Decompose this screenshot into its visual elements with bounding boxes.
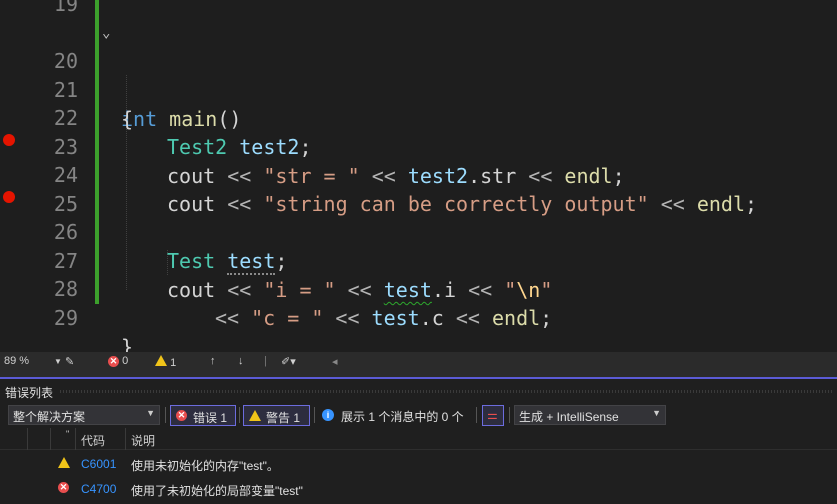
brush-icon[interactable]: ✎ [65, 355, 74, 368]
column-divider[interactable] [125, 428, 126, 450]
warnings-filter-button[interactable]: 警告 1 [243, 405, 310, 426]
line-number: 29 [53, 306, 78, 330]
code-line[interactable]: 20 ⌄ int main() [0, 18, 837, 131]
code-line[interactable]: 27 cout << "i = " << test.i << "\n" [0, 218, 837, 302]
panel-divider[interactable] [0, 373, 837, 379]
code-line[interactable]: 29 } [0, 275, 837, 352]
separator: | [264, 355, 267, 367]
scroll-left-icon[interactable]: ◂ [332, 355, 338, 368]
column-divider[interactable] [27, 428, 28, 450]
code-text: << "c = " << test.c << endl; [215, 306, 553, 330]
error-code-link[interactable]: C6001 [81, 457, 116, 471]
fold-chevron-icon[interactable]: ⌄ [102, 19, 110, 48]
chevron-down-icon: ▼ [146, 408, 155, 418]
error-description: 使用了未初始化的局部变量"test" [131, 484, 303, 498]
separator [239, 407, 240, 423]
code-line[interactable]: 21 { [0, 47, 837, 131]
editor-status-bar: 89 % ▼ ✎ ✕ 0 1 ↑ ↓ | ✐▾ ◂ [0, 352, 837, 373]
warning-icon [249, 410, 261, 421]
error-list-title-bar: 错误列表 [0, 381, 837, 401]
chevron-down-icon: ▼ [652, 408, 661, 418]
code-line[interactable]: 26 Test test; [0, 189, 837, 275]
filter-icon: ⚌ [487, 408, 498, 422]
warning-count[interactable]: 1 [155, 355, 176, 369]
column-code[interactable]: 代码 [81, 432, 105, 449]
filter-toggle-button[interactable]: ⚌ [482, 405, 504, 426]
column-description[interactable]: 说明 [131, 432, 155, 449]
error-icon: ✕ [176, 410, 187, 421]
previous-issue-button[interactable]: ↑ [210, 355, 216, 367]
zoom-dropdown-icon[interactable]: ▼ [54, 357, 62, 366]
code-cleanup-icon[interactable]: ✐▾ [281, 355, 296, 368]
code-line[interactable]: 28 << "c = " << test.c << endl; [0, 246, 837, 330]
table-row[interactable]: C6001 使用未初始化的内存"test"。 [0, 452, 837, 475]
error-description: 使用未初始化的内存"test"。 [131, 459, 279, 473]
errors-filter-button[interactable]: ✕ 错误 1 [170, 405, 236, 426]
code-line[interactable]: 24 cout << "string can be correctly outp… [0, 132, 837, 216]
next-issue-button[interactable]: ↓ [238, 355, 244, 367]
code-text: } [121, 335, 134, 352]
separator [476, 407, 477, 423]
code-editor[interactable]: 19 20 ⌄ int main() 21 { 22 Test2 test2; … [0, 0, 837, 352]
error-list-title: 错误列表 [5, 386, 54, 400]
column-divider[interactable] [75, 428, 76, 450]
sort-icon[interactable]: " [66, 429, 69, 439]
error-icon: ✕ [108, 356, 119, 367]
code-line[interactable]: 25 [0, 161, 837, 216]
title-grip[interactable] [60, 390, 833, 393]
error-list-header: " 代码 说明 [0, 428, 837, 450]
code-line[interactable]: 22 Test2 test2; [0, 75, 837, 159]
table-row[interactable]: ✕ C4700 使用了未初始化的局部变量"test" [0, 477, 837, 500]
error-count[interactable]: ✕ 0 [108, 355, 128, 367]
separator [165, 407, 166, 423]
scope-dropdown[interactable]: 整个解决方案 ▼ [8, 405, 160, 425]
info-icon: i [322, 409, 334, 421]
separator [509, 407, 510, 423]
code-line[interactable]: 23 cout << "str = " << test2.str << endl… [0, 104, 837, 188]
code-line[interactable]: 19 [0, 0, 837, 19]
error-icon: ✕ [58, 482, 69, 493]
column-divider[interactable] [50, 428, 51, 450]
error-code-link[interactable]: C4700 [81, 482, 116, 496]
warning-icon [58, 457, 70, 468]
zoom-level[interactable]: 89 % [4, 355, 29, 367]
build-intellisense-dropdown[interactable]: 生成 + IntelliSense ▼ [514, 405, 666, 425]
line-number: 19 [53, 0, 78, 16]
error-list-toolbar: 整个解决方案 ▼ ✕ 错误 1 警告 1 i 展示 1 个消息中的 0 个 ⚌ … [0, 402, 837, 428]
separator [314, 407, 315, 423]
warning-icon [155, 355, 167, 366]
